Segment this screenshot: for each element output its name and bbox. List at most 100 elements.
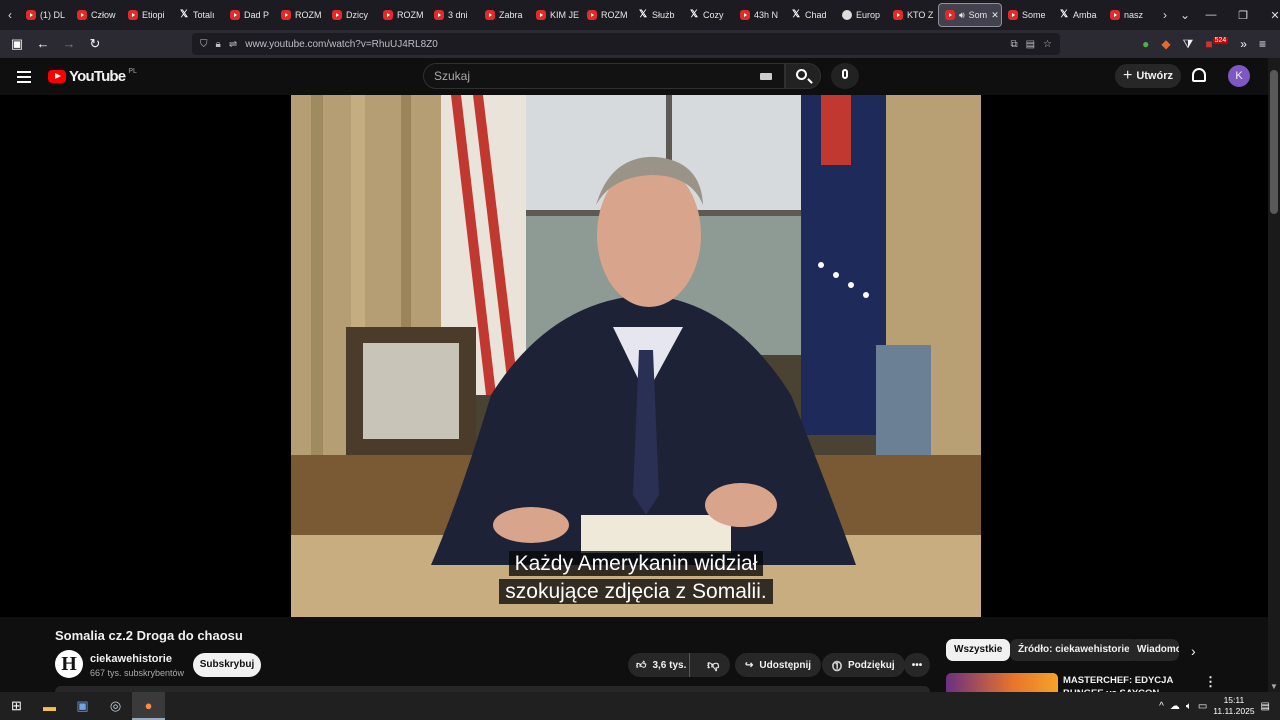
permissions-icon[interactable]: ⇌	[229, 39, 237, 50]
notifications-bell-icon[interactable]	[1192, 68, 1206, 82]
tabs-scroll-left-icon[interactable]: ‹	[0, 8, 20, 22]
like-button[interactable]: 👍︎ 3,6 tys.	[628, 653, 691, 677]
search-button[interactable]	[785, 63, 821, 89]
minimize-icon[interactable]: —	[1195, 9, 1227, 22]
subscribe-button[interactable]: Subskrybuj	[193, 653, 261, 677]
browser-tab[interactable]: KTO Z	[887, 0, 938, 30]
chips-next-chevron-icon[interactable]: ›	[1191, 643, 1196, 659]
youtube-logo[interactable]: YouTube PL	[48, 68, 137, 85]
browser-tab[interactable]: Dzicy	[326, 0, 377, 30]
browser-tab[interactable]: 3 dni	[428, 0, 479, 30]
tabs-scroll-right-icon[interactable]: ›	[1155, 8, 1175, 22]
channel-avatar[interactable]: H	[55, 650, 83, 678]
video-player[interactable]: Każdy Amerykanin widział szokujące zdjęc…	[0, 95, 1268, 617]
address-bar[interactable]: ⛉ 🔒︎ ⇌ www.youtube.com/watch?v=RhuUJ4RL8…	[192, 33, 1060, 55]
browser-tab[interactable]: (1) DL	[20, 0, 71, 30]
network-icon[interactable]: ▭	[1198, 701, 1207, 712]
browser-tab[interactable]: Europ	[836, 0, 887, 30]
youtube-favicon-icon	[26, 10, 36, 20]
page-scrollbar[interactable]: ▼	[1268, 58, 1280, 692]
windows-start-icon[interactable]: ⊞	[0, 692, 33, 720]
recommended-more-icon[interactable]: ⋮	[1204, 674, 1217, 690]
browser-tab[interactable]: 𝕏 Totalı	[173, 0, 224, 30]
youtube-favicon-icon	[893, 10, 903, 20]
firefox-icon[interactable]: ●	[132, 692, 165, 720]
browser-tab[interactable]: nasz	[1104, 0, 1155, 30]
browser-tab[interactable]: 43h N	[734, 0, 785, 30]
browser-tab[interactable]: 🔊︎ Som ✕	[938, 3, 1002, 27]
video-frame[interactable]: Każdy Amerykanin widział szokujące zdjęc…	[291, 95, 981, 617]
reload-icon[interactable]: ↻	[84, 33, 106, 55]
sidebar-toggle-icon[interactable]: ▣	[6, 33, 28, 55]
youtube-favicon-icon	[536, 10, 546, 20]
tab-label: Służb	[652, 10, 675, 20]
overflow-chevrons-icon[interactable]: »	[1240, 37, 1247, 51]
extensions-icon[interactable]: ⧩	[1183, 37, 1194, 52]
browser-tab[interactable]: 𝕏 Służb	[632, 0, 683, 30]
share-label: Udostępnij	[759, 659, 812, 671]
reader-view-icon[interactable]: ▤	[1026, 39, 1035, 50]
url-text[interactable]: www.youtube.com/watch?v=RhuUJ4RL8Z0	[245, 39, 1002, 50]
clock[interactable]: 15:11 11.11.2025	[1213, 695, 1254, 717]
create-button[interactable]: + Utwórz	[1115, 64, 1181, 88]
chip-source[interactable]: Źródło: ciekawehistorie	[1010, 639, 1138, 661]
steam-icon[interactable]: ◎	[99, 692, 132, 720]
app-menu-icon[interactable]: ≡	[1259, 37, 1266, 51]
browser-tab[interactable]: Zabra	[479, 0, 530, 30]
lock-icon[interactable]: 🔒︎	[216, 39, 221, 50]
tracking-shield-icon[interactable]: ⛉	[200, 39, 208, 50]
browser-tab[interactable]: Człow	[71, 0, 122, 30]
file-explorer-icon[interactable]: ▬	[33, 692, 66, 720]
tab-label: ROZM	[601, 10, 628, 20]
close-window-icon[interactable]: ✕	[1259, 9, 1280, 22]
tab-list-chevron-icon[interactable]: ⌄	[1175, 8, 1195, 22]
thanks-button[interactable]: ⓵ Podziękuj	[822, 653, 905, 677]
bookmark-star-icon[interactable]: ☆	[1043, 39, 1052, 50]
search-placeholder: Szukaj	[434, 69, 471, 83]
chip-all[interactable]: Wszystkie	[946, 639, 1011, 661]
restore-icon[interactable]: ❐	[1227, 9, 1259, 22]
onedrive-icon[interactable]: ☁	[1170, 701, 1180, 712]
share-button[interactable]: ↪ Udostępnij	[735, 653, 822, 677]
keyboard-icon[interactable]	[760, 73, 772, 80]
speaker-icon[interactable]: 🔊︎	[959, 10, 965, 21]
tab-label: Człow	[91, 10, 116, 20]
pip-icon[interactable]: ⧉	[1010, 39, 1017, 50]
vpn-extension-icon[interactable]: ●	[1142, 37, 1149, 51]
x-favicon-icon: 𝕏	[791, 9, 801, 20]
notifications-icon[interactable]: ▤	[1261, 701, 1270, 712]
browser-tab[interactable]: 𝕏 Cozy	[683, 0, 734, 30]
browser-tab[interactable]: KIM JE	[530, 0, 581, 30]
browser-tab[interactable]: Dad P	[224, 0, 275, 30]
fox-extension-icon[interactable]: ◆	[1161, 37, 1170, 51]
forward-icon[interactable]: →	[58, 33, 80, 55]
channel-name[interactable]: ciekawehistorie	[90, 653, 172, 665]
x-favicon-icon: 𝕏	[1059, 9, 1069, 20]
app-icon[interactable]: ▣	[66, 692, 99, 720]
browser-tab[interactable]: ROZM	[377, 0, 428, 30]
volume-icon[interactable]: 🔈︎	[1186, 701, 1192, 712]
tray-chevron-icon[interactable]: ^	[1159, 701, 1164, 712]
back-icon[interactable]: ←	[32, 33, 54, 55]
browser-tab[interactable]: 𝕏 Amba	[1053, 0, 1104, 30]
search-input[interactable]: Szukaj	[423, 63, 785, 89]
avatar[interactable]: K	[1228, 65, 1250, 87]
hamburger-menu-icon[interactable]	[17, 70, 31, 83]
browser-tab[interactable]: Etiopi	[122, 0, 173, 30]
browser-tab[interactable]: ROZM	[581, 0, 632, 30]
dislike-button[interactable]: 👎︎	[696, 658, 730, 673]
chip-news[interactable]: Wiadomo	[1129, 639, 1179, 661]
x-favicon-icon: 𝕏	[689, 9, 699, 20]
voice-search-button[interactable]	[831, 63, 859, 89]
recommended-thumbnail[interactable]	[946, 673, 1058, 692]
scroll-down-arrow-icon[interactable]: ▼	[1270, 682, 1278, 691]
browser-tab[interactable]: Some	[1002, 0, 1053, 30]
browser-tab[interactable]: 𝕏 Chad	[785, 0, 836, 30]
adblock-count-badge: 524	[1212, 37, 1229, 44]
scroll-thumb[interactable]	[1270, 70, 1278, 214]
adblock-extension-icon[interactable]: ■ 524	[1205, 37, 1229, 51]
more-actions-button[interactable]: •••	[904, 653, 930, 677]
browser-tab[interactable]: ROZM	[275, 0, 326, 30]
recommended-title[interactable]: MASTERCHEF: EDYCJA BUNGEE vs SAYCON	[1063, 674, 1183, 692]
close-tab-icon[interactable]: ✕	[991, 10, 999, 21]
